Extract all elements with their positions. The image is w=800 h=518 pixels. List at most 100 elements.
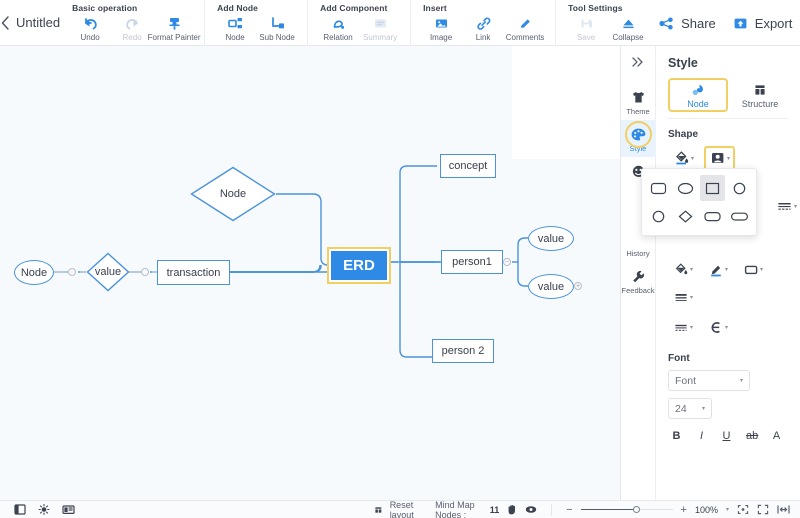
chevron-down-icon[interactable]: ▾	[726, 506, 729, 513]
mindmap-node-person1[interactable]: person1	[441, 250, 503, 274]
strikethrough-button[interactable]: ab	[746, 430, 758, 442]
mindmap-node-ellipse-left[interactable]: Node	[14, 260, 54, 285]
mindmap-node-root-erd[interactable]: ERD	[327, 247, 391, 284]
brightness-icon[interactable]	[38, 504, 50, 515]
fullscreen-button[interactable]	[757, 504, 769, 515]
image-icon	[433, 15, 450, 32]
status-bar: Reset layout Mind Map Nodes : 11 − + 100…	[0, 500, 800, 518]
shape-picker-popup	[641, 168, 757, 236]
presentation-icon[interactable]	[62, 504, 75, 515]
rail-item-history[interactable]: History	[621, 243, 656, 262]
tab-node[interactable]: Node	[668, 78, 728, 112]
shape-option-circle[interactable]	[727, 175, 752, 201]
collapse-icon	[620, 15, 637, 32]
font-section-label: Font	[668, 353, 690, 364]
document-title[interactable]: Untitled	[10, 0, 60, 46]
comments-icon	[517, 15, 534, 32]
shape-option-stadium[interactable]	[700, 203, 725, 229]
line-weight-button[interactable]: ▾	[668, 286, 698, 309]
fit-center-button[interactable]	[737, 504, 749, 515]
collapse-button[interactable]: Collapse	[608, 14, 648, 42]
tab-structure[interactable]: Structure	[732, 78, 788, 112]
group-label: Insert	[423, 3, 447, 13]
zoom-in-button[interactable]: +	[681, 504, 687, 516]
canvas-overlay-artifact	[512, 46, 620, 159]
toolbar-group-basic-operation: Basic operation Undo Redo Format Painter	[60, 0, 204, 46]
shape-option-rect[interactable]	[700, 175, 725, 201]
shape-tools-row: ▾ ▾	[668, 146, 788, 170]
zoom-out-button[interactable]: −	[566, 504, 572, 516]
undo-button[interactable]: Undo	[70, 14, 110, 42]
border-style-button[interactable]: ▾	[738, 258, 768, 281]
shape-option-rounded-rect[interactable]	[646, 175, 671, 201]
line-type-tool[interactable]: ▾	[771, 194, 800, 218]
share-button[interactable]: Share	[658, 16, 716, 31]
shape-option-pill[interactable]	[727, 203, 752, 229]
rail-item-theme[interactable]: Theme	[621, 83, 656, 120]
rail-item-style[interactable]: Style	[620, 120, 656, 157]
expand-handle-value[interactable]: +	[574, 282, 582, 290]
format-painter-button[interactable]: Format Painter	[148, 14, 201, 42]
relation-icon	[330, 15, 347, 32]
zoom-slider[interactable]	[580, 505, 673, 513]
collapse-handle-1[interactable]	[68, 268, 76, 276]
chevron-double-right-icon	[632, 57, 643, 67]
chevron-down-icon: ▾	[727, 155, 731, 162]
focus-tool-button[interactable]	[525, 504, 537, 515]
hand-tool-button[interactable]	[506, 504, 518, 515]
fit-width-button[interactable]	[777, 504, 790, 515]
mindmap-node-node-diamond[interactable]: Node	[190, 166, 276, 222]
insert-link-button[interactable]: Link	[463, 14, 503, 42]
diamond-shape	[190, 166, 276, 222]
redo-button[interactable]: Redo	[112, 14, 152, 42]
zoom-slider-knob[interactable]	[632, 505, 640, 513]
share-icon	[659, 17, 673, 29]
zoom-percent-label[interactable]: 100%	[695, 505, 718, 515]
insert-image-button[interactable]: Image	[421, 14, 461, 42]
mindmap-node-value-diamond[interactable]: value	[86, 252, 130, 292]
font-size-select[interactable]: 24 ▾	[668, 398, 712, 419]
line-dash-style-button[interactable]: ▾	[668, 316, 698, 339]
add-sub-node-button[interactable]: Sub Node	[257, 14, 297, 42]
export-button[interactable]: Export	[732, 16, 792, 31]
insert-comments-button[interactable]: Comments	[505, 14, 545, 42]
mindmap-node-transaction[interactable]: transaction	[157, 260, 230, 285]
reset-layout-button[interactable]: Reset layout	[375, 500, 420, 518]
shape-option-diamond[interactable]	[673, 203, 698, 229]
rail-item-feedback[interactable]: Feedback	[621, 262, 656, 299]
shape-option-circle-outline[interactable]	[646, 203, 671, 229]
fit-center-icon	[737, 505, 749, 514]
shape-picker-button[interactable]: ▾	[704, 146, 736, 170]
add-relation-button[interactable]: Relation	[318, 14, 358, 42]
expand-panel-button[interactable]	[631, 54, 645, 83]
add-summary-button[interactable]: Summary	[360, 14, 400, 42]
shape-fill-button[interactable]: ▾	[668, 146, 699, 170]
save-button[interactable]: Save	[566, 14, 606, 42]
link-icon	[475, 15, 492, 32]
mindmap-canvas[interactable]: Node value transaction Node ERD concept …	[0, 46, 620, 500]
back-button[interactable]	[0, 0, 10, 46]
mindmap-node-concept[interactable]: concept	[440, 154, 496, 178]
mindmap-node-value-upper[interactable]: value	[528, 226, 574, 251]
italic-button[interactable]: I	[696, 430, 707, 442]
sub-node-icon	[269, 15, 286, 32]
highlight-pen-button[interactable]: ▾	[703, 258, 733, 281]
collapse-handle-person1[interactable]: −	[503, 258, 511, 266]
text-fill-button[interactable]: ▾	[668, 258, 698, 281]
underline-button[interactable]: U	[721, 430, 732, 442]
branch-style-button[interactable]: ▾	[703, 316, 733, 339]
bold-button[interactable]: B	[671, 430, 682, 442]
font-family-select[interactable]: Font ▾	[668, 370, 750, 391]
export-icon	[734, 18, 747, 28]
outline-view-icon[interactable]	[14, 504, 26, 515]
mindmap-node-person2[interactable]: person 2	[432, 339, 494, 363]
add-node-button[interactable]: Node	[215, 14, 255, 42]
font-size-value: 24	[675, 402, 687, 415]
share-label: Share	[681, 15, 716, 31]
text-color-button[interactable]: A	[771, 430, 782, 442]
undo-icon	[82, 15, 99, 32]
line-dash-button[interactable]: ▾	[771, 194, 800, 218]
collapse-handle-2[interactable]	[141, 268, 149, 276]
shape-option-ellipse[interactable]	[673, 175, 698, 201]
mindmap-node-value-lower[interactable]: value	[528, 274, 574, 299]
